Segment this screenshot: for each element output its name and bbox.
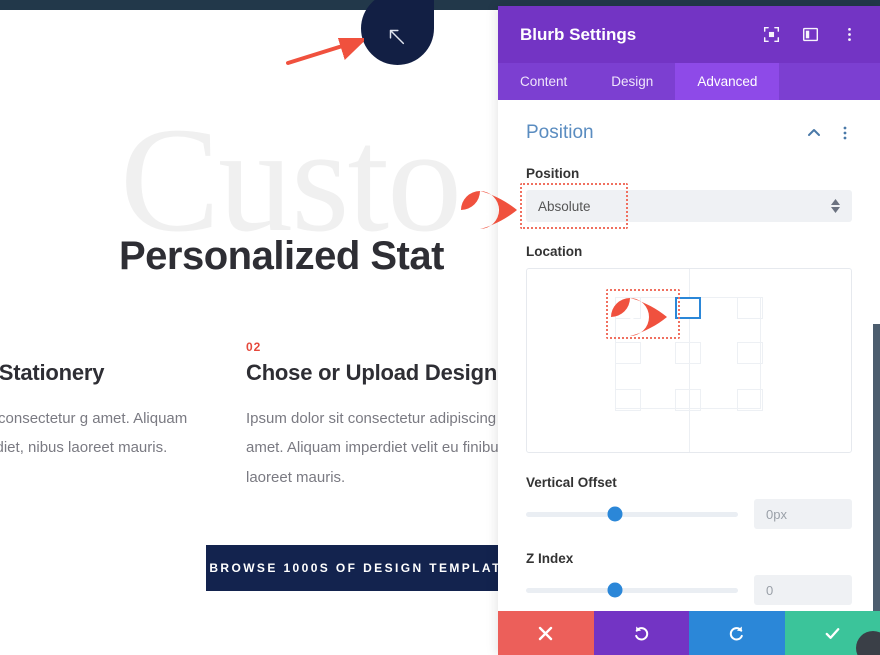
position-field: Position Absolute <box>520 166 852 229</box>
browse-templates-button[interactable]: BROWSE 1000S OF DESIGN TEMPLATES <box>206 545 526 591</box>
vertical-offset-field: Vertical Offset 0px <box>526 475 852 529</box>
column-title: our Stationery <box>0 360 105 385</box>
loc-cell-bottom-right[interactable] <box>737 389 763 411</box>
more-vertical-icon[interactable] <box>841 26 858 43</box>
arrow-cursor-icon <box>389 29 405 45</box>
z-index-knob[interactable] <box>607 582 623 598</box>
vertical-offset-label: Vertical Offset <box>526 475 617 490</box>
feature-column-1: our Stationery lor sit consectetur g ame… <box>0 340 188 463</box>
position-select-value: Absolute <box>538 198 591 214</box>
section-title: Position <box>526 122 594 143</box>
loc-cell-middle-center[interactable] <box>675 342 701 364</box>
panel-header-actions <box>763 26 858 43</box>
fullscreen-icon[interactable] <box>763 26 780 43</box>
panel-body: Position Position Absolute Location Vert… <box>498 100 880 611</box>
blurb-settings-panel: Blurb Settings Content Design Advanced P… <box>498 6 880 655</box>
column-number: 02 <box>246 340 262 354</box>
redo-icon <box>730 625 744 640</box>
undo-button[interactable] <box>593 611 689 655</box>
loc-cell-middle-left[interactable] <box>615 342 641 364</box>
position-label: Position <box>526 166 580 181</box>
location-field: Location <box>526 244 852 453</box>
z-index-slider[interactable] <box>526 582 738 598</box>
vertical-offset-knob[interactable] <box>607 506 623 522</box>
panel-footer <box>498 611 880 655</box>
red-arrow-icon <box>286 38 364 65</box>
location-label: Location <box>526 244 583 259</box>
column-number <box>0 340 188 354</box>
tab-design[interactable]: Design <box>589 63 675 100</box>
page-headline: Personalized Stat <box>119 234 444 278</box>
vertical-offset-slider[interactable] <box>526 506 738 522</box>
undo-icon <box>634 625 648 640</box>
annotation-marker-2: 2 <box>609 296 669 338</box>
tab-content[interactable]: Content <box>498 63 589 100</box>
layout-panel-icon[interactable] <box>802 26 819 43</box>
position-select[interactable]: Absolute <box>526 190 852 222</box>
marker-label: 1 <box>478 199 490 220</box>
vertical-offset-value[interactable]: 0px <box>754 499 852 529</box>
redo-button[interactable] <box>689 611 785 655</box>
column-title: Chose or Upload Design <box>246 360 498 385</box>
loc-cell-bottom-left[interactable] <box>615 389 641 411</box>
watermark-text: Custo <box>120 97 462 263</box>
position-section-header: Position <box>526 122 852 144</box>
loc-cell-top-center[interactable] <box>675 297 701 319</box>
panel-scrollbar[interactable] <box>873 324 880 611</box>
more-vertical-icon[interactable] <box>838 125 852 141</box>
annotation-marker-1: 1 <box>459 189 519 231</box>
panel-title: Blurb Settings <box>520 24 637 44</box>
feature-column-2: 02 Chose or Upload Design Ipsum dolor si… <box>246 340 511 492</box>
panel-header: Blurb Settings <box>498 6 880 63</box>
marker-label: 2 <box>628 306 640 327</box>
z-index-value[interactable]: 0 <box>754 575 852 605</box>
close-icon <box>539 626 553 640</box>
location-picker[interactable] <box>526 268 852 453</box>
z-index-label: Z Index <box>526 551 574 566</box>
panel-tabs: Content Design Advanced <box>498 63 880 100</box>
column-body: lor sit consectetur g amet. Aliquam impe… <box>0 410 188 457</box>
check-icon <box>825 627 840 639</box>
chevron-up-icon[interactable] <box>806 125 822 141</box>
tab-advanced[interactable]: Advanced <box>675 63 780 100</box>
cancel-button[interactable] <box>498 611 594 655</box>
select-stepper-icon[interactable] <box>831 190 840 222</box>
screen-root: Custo Personalized Stat our Stationery l… <box>0 0 880 655</box>
column-body: Ipsum dolor sit consectetur adipiscing a… <box>246 410 507 486</box>
loc-cell-bottom-center[interactable] <box>675 389 701 411</box>
loc-cell-top-right[interactable] <box>737 297 763 319</box>
z-index-field: Z Index 0 <box>526 551 852 605</box>
loc-cell-middle-right[interactable] <box>737 342 763 364</box>
